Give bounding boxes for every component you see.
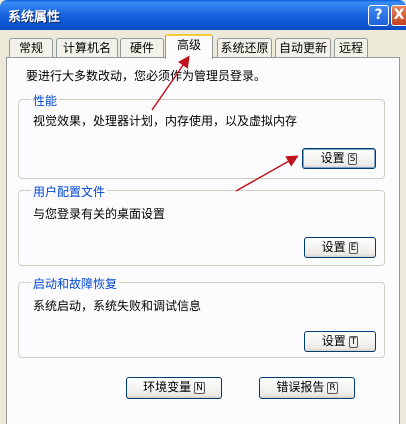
button-label: 设置	[321, 240, 346, 254]
tab-general[interactable]: 常规	[9, 38, 53, 58]
performance-settings-button[interactable]: 设置 S	[302, 148, 376, 169]
error-reporting-button[interactable]: 错误报告 R	[259, 377, 355, 399]
startup-recovery-description: 系统启动，系统失败和调试信息	[33, 299, 202, 313]
accelerator-key: T	[348, 336, 359, 348]
tab-automatic-updates[interactable]: 自动更新	[275, 38, 331, 58]
environment-variables-button[interactable]: 环境变量 N	[126, 377, 222, 399]
window-title: 系统属性	[8, 10, 61, 25]
user-profiles-group-title: 用户配置文件	[31, 183, 108, 200]
tab-advanced[interactable]: 高级	[165, 34, 213, 59]
button-label: 环境变量	[143, 380, 192, 394]
button-label: 设置	[321, 334, 346, 348]
startup-recovery-settings-button[interactable]: 设置 T	[304, 331, 376, 352]
tab-label: 常规	[18, 41, 43, 55]
accelerator-key: E	[348, 242, 359, 254]
help-icon: ?	[374, 7, 383, 23]
startup-recovery-group-title: 启动和故障恢复	[31, 275, 120, 292]
button-label: 错误报告	[276, 380, 325, 394]
accelerator-key: N	[194, 382, 205, 394]
user-profiles-description: 与您登录有关的桌面设置	[33, 207, 166, 221]
accelerator-key: R	[327, 382, 338, 394]
tab-label: 高级	[176, 38, 201, 52]
help-button[interactable]: ?	[368, 5, 389, 26]
accelerator-key: S	[347, 153, 358, 165]
tab-remote[interactable]: 远程	[334, 38, 368, 58]
tab-system-restore[interactable]: 系统还原	[217, 38, 272, 58]
tab-label: 硬件	[129, 41, 154, 55]
user-profiles-settings-button[interactable]: 设置 E	[304, 237, 376, 258]
tab-label: 计算机名	[62, 41, 111, 55]
close-icon: X	[393, 7, 405, 23]
tab-label: 远程	[338, 41, 363, 55]
performance-description: 视觉效果，处理器计划，内存使用，以及虚拟内存	[33, 114, 298, 128]
button-label: 设置	[320, 151, 345, 165]
tab-label: 系统还原	[220, 41, 269, 55]
performance-group-title: 性能	[31, 92, 60, 109]
tab-strip: 常规 计算机名 硬件 高级 系统还原 自动更新 远程	[0, 34, 406, 59]
tab-label: 自动更新	[278, 41, 327, 55]
admin-hint-text: 要进行大多数改动，您必须作为管理员登录。	[26, 69, 267, 83]
user-profiles-group: 用户配置文件 与您登录有关的桌面设置 设置 E	[18, 183, 385, 266]
startup-recovery-group: 启动和故障恢复 系统启动，系统失败和调试信息 设置 T	[18, 275, 385, 358]
performance-group: 性能 视觉效果，处理器计划，内存使用，以及虚拟内存 设置 S	[18, 92, 385, 179]
tab-computer-name[interactable]: 计算机名	[56, 38, 118, 58]
close-button[interactable]: X	[391, 5, 406, 26]
title-bar: 系统属性 ? X	[0, 0, 406, 30]
tab-hardware[interactable]: 硬件	[120, 38, 164, 58]
